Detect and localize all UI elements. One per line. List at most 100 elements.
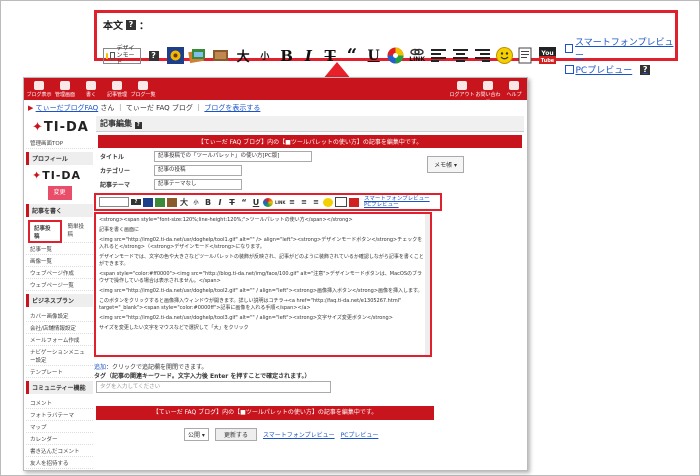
person-icon [112,81,122,90]
photo-gallery-icon[interactable] [188,46,207,65]
album-icon[interactable] [211,46,230,65]
topbar-blog-list[interactable]: ブログ一覧 [130,81,156,98]
theme-label: 記事テーマ [100,182,131,189]
pc-preview-link[interactable]: PCプレビュー ? [564,63,676,76]
align-center-icon[interactable] [452,46,470,65]
publish-select[interactable]: 公開 ▾ [184,428,209,441]
topbar-blog-view[interactable]: ブログ表示 [26,81,52,98]
design-mode-label: デザインモード [116,45,135,66]
sidebar-item-cover[interactable]: カバー画像設定 [26,310,93,322]
power-icon [457,81,467,90]
topbar-write[interactable]: 書く [78,81,104,98]
help-icon[interactable]: ? [640,64,651,75]
quote-button[interactable]: “ [239,198,249,207]
editor-scrollbar[interactable] [425,214,430,355]
sidebar-item-photolove[interactable]: フォトラバテーマ [26,409,93,421]
youtube-icon[interactable]: You Tube [539,46,557,65]
sidebar-item-comment[interactable]: コメント [26,397,93,409]
sidebar-item-map[interactable]: マップ [26,421,93,433]
bold-button[interactable]: B [203,198,213,207]
align-center-icon[interactable]: ≡ [299,198,309,206]
blog-name-link[interactable]: てぃーだブログFAQ [36,104,99,112]
link-button[interactable]: LINK [408,46,426,65]
help-icon[interactable]: ? [134,122,142,129]
underline-button[interactable]: U [365,46,383,65]
preview-links: スマートフォンプレビュー PCプレビュー ? [564,35,676,76]
align-right-icon[interactable] [474,46,492,65]
eye-icon [34,81,44,90]
topbar-articles[interactable]: 記事管理 [104,81,130,98]
sidebar-item-webpage-list[interactable]: ウェブページ一覧 [26,279,93,291]
link-button[interactable]: LINK [275,200,285,205]
sidebar-item-my-comments[interactable]: 書き込んだコメント [26,445,93,457]
memo-button[interactable]: メモ帳 ▾ [427,156,464,173]
italic-button[interactable]: I [215,198,225,207]
arrows-icon [138,81,148,90]
insert-image-icon[interactable] [166,46,185,65]
design-mode-checkbox[interactable] [110,52,115,59]
sidebar-item-calendar[interactable]: カレンダー [26,433,93,445]
breadcrumb: ▶ てぃーだブログFAQ さん ｜ てぃーだ FAQ ブログ ｜ ブログを表示す… [28,104,261,112]
sidebar-item-post[interactable]: 記事投稿 [28,220,62,243]
align-right-icon[interactable]: ≡ [311,198,321,206]
sidebar-item-webpage-create[interactable]: ウェブページ作成 [26,267,93,279]
sidebar-item-mailform[interactable]: メールフォーム作成 [26,334,93,346]
emoji-smiley-icon[interactable] [323,197,333,207]
bottom-sp-preview-link[interactable]: スマートフォンプレビュー [263,430,335,439]
update-button[interactable]: 更新する [214,428,257,441]
design-mode-toggle[interactable] [99,197,129,207]
add-link[interactable]: 追加 [94,364,106,371]
smartphone-preview-link[interactable]: スマートフォンプレビュー [564,35,676,61]
title-input[interactable]: 記事投稿での「ツールパレット」の使い方[PC版] [154,151,312,162]
italic-button[interactable]: I [300,46,318,65]
design-mode-toggle[interactable]: デザインモード [103,45,141,66]
pc-preview-link[interactable]: PCプレビュー [364,202,430,208]
body-editor[interactable]: <strong><span style="font-size:120%;line… [94,212,432,357]
color-wheel-icon[interactable] [263,197,273,207]
editor-line: このボタンをクリックすると画像挿入ウィンドウが開きます。詳しい説明はコチラ→<a… [99,298,402,311]
topbar-contact[interactable]: お問い合わせ [475,81,501,105]
font-small-button[interactable]: 小 [256,46,274,65]
help-icon[interactable]: ? [126,19,136,30]
album-icon[interactable] [167,197,177,207]
sidebar-item-article-list[interactable]: 記事一覧 [26,243,93,255]
tag-label: タグ（記事の関連キーワード。文字入力後 Enter を押すことで確定されます。） [94,373,311,380]
sidebar-item-navmenu[interactable]: ナビゲーションメニュー設定 [26,346,93,366]
profile-change-button[interactable]: 変更 [47,186,72,200]
category-select[interactable]: 記事の投稿 [154,165,242,176]
body-label-text: 本文 [103,21,123,32]
topbar-help[interactable]: ヘルプ [501,81,527,98]
sidebar-item-simple-post[interactable]: 簡単投稿 [63,220,93,243]
align-left-icon[interactable] [430,46,448,65]
help-icon[interactable]: ? [131,199,141,205]
color-wheel-icon[interactable] [387,46,405,65]
font-large-button[interactable]: 大 [234,46,252,65]
youtube-icon[interactable] [349,197,359,207]
theme-select[interactable]: 記事テーマなし [154,179,242,190]
sidebar-admin-top[interactable]: 管理画面TOP [26,137,93,149]
font-large-button[interactable]: 大 [179,197,189,208]
emoji-smiley-icon[interactable] [495,46,513,65]
topbar-admin[interactable]: 管理画面 [52,81,78,98]
view-blog-link[interactable]: ブログを表示する [204,104,260,112]
sidebar-item-image-list[interactable]: 画像一覧 [26,255,93,267]
sidebar-item-invite[interactable]: 友人を招待する [26,457,93,469]
app-topbar: ブログ表示 管理画面 書く 記事管理 ブログ一覧 ログアウト お問い合わせ ヘル… [24,78,527,105]
sidebar-item-template[interactable]: テンプレート [26,366,93,378]
align-left-icon[interactable]: ≡ [287,198,297,206]
font-small-button[interactable]: 小 [191,199,201,206]
bold-button[interactable]: B [278,46,296,65]
tag-input[interactable]: タグを入力してください [96,381,331,393]
notepad-icon[interactable] [517,46,535,65]
insert-image-icon[interactable] [143,197,153,207]
photo-gallery-icon[interactable] [155,197,165,207]
topbar-logout[interactable]: ログアウト [449,81,475,98]
tida-logo: ✦TI-DA [32,120,89,135]
strikethrough-button[interactable]: T [227,198,237,207]
sidebar-item-company[interactable]: 会社/店舗情報設定 [26,322,93,334]
notepad-icon[interactable] [335,197,347,207]
help-icon[interactable]: ? [145,46,163,65]
editing-banner-bottom: 【てぃーだ FAQ ブログ】内の【■ツールパレットの使い方】の記事を編集中です。 [96,406,434,420]
underline-button[interactable]: U [251,198,261,207]
bottom-pc-preview-link[interactable]: PCプレビュー [341,430,379,439]
